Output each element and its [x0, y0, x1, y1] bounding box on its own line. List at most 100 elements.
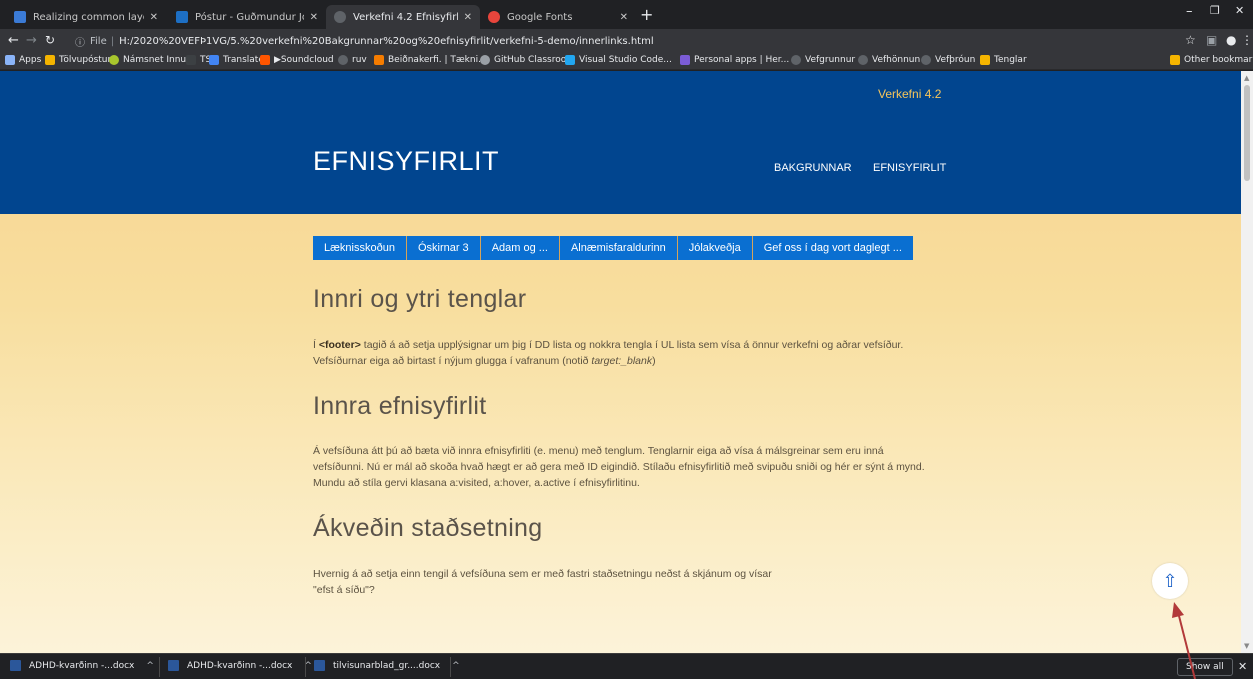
folder-icon	[980, 55, 990, 65]
url-text[interactable]: H:/2020%20VEFÞ1VG/5.%20verkefni%20Bakgru…	[119, 36, 653, 47]
bookmark-vefthroun[interactable]: Vefþróun	[921, 55, 975, 65]
tab-close-icon[interactable]: ✕	[464, 12, 472, 23]
star-icon[interactable]: ☆	[1185, 33, 1196, 47]
bookmark-vefhonnun[interactable]: Vefhönnun	[858, 55, 920, 65]
bookmark-icon	[109, 55, 119, 65]
download-filename: ADHD-kvarðinn -...docx	[29, 660, 135, 671]
menu-item-alnaemis[interactable]: Alnæmisfaraldurinn	[560, 236, 678, 260]
nav-link-efnisyfirlit[interactable]: EFNISYFIRLIT	[873, 162, 946, 174]
bookmark-label: Vefþróun	[935, 55, 976, 65]
menu-item-laeknisskodun[interactable]: Læknisskoðun	[313, 236, 407, 260]
bookmark-label: Personal apps | Her...	[694, 55, 790, 65]
bookmark-icon	[680, 55, 690, 65]
close-shelf-icon[interactable]: ✕	[1238, 660, 1247, 673]
tab-postur[interactable]: Póstur - Guðmundur Jón Guðjón ✕	[168, 5, 326, 29]
reload-icon[interactable]: ↻	[45, 33, 55, 47]
section-paragraph: Hvernig á að setja einn tengil á vefsíðu…	[313, 566, 933, 598]
tab-verkefni-4-2[interactable]: Verkefni 4.2 Efnisyfirlit og tenglar ✕	[326, 5, 480, 29]
word-doc-icon	[10, 660, 21, 671]
bookmark-personal-apps[interactable]: Personal apps | Her...	[680, 55, 789, 65]
text-run: "efst á síðu"?	[313, 584, 375, 596]
new-tab-button[interactable]: +	[640, 7, 653, 23]
section-heading: Innra efnisyfirlit	[313, 392, 487, 420]
bookmark-github-classroom[interactable]: GitHub Classroom	[480, 55, 575, 65]
bookmark-vefgrunnur[interactable]: Vefgrunnur	[791, 55, 855, 65]
nav-link-bakgrunnar[interactable]: BAKGRUNNAR	[774, 162, 852, 174]
chevron-up-icon[interactable]: ^	[146, 661, 154, 671]
bookmark-tolvupostur[interactable]: Tölvupóstur	[45, 55, 111, 65]
back-arrow-icon[interactable]: ←	[8, 33, 19, 48]
bookmark-label: Other bookmarks	[1184, 55, 1253, 65]
bookmark-beidnakerfi[interactable]: Beiðnakerfi. | Tækni...	[374, 55, 487, 65]
close-window-icon[interactable]: ✕	[1235, 4, 1244, 17]
code-attribute: target:_blank	[591, 355, 653, 367]
extension-icon[interactable]: ▣	[1206, 33, 1217, 47]
restore-icon[interactable]: ❐	[1210, 4, 1220, 17]
top-link[interactable]: Verkefni 4.2	[878, 87, 941, 101]
profile-icon[interactable]: ●	[1226, 33, 1236, 47]
scroll-up-icon[interactable]: ▲	[1244, 74, 1249, 82]
forward-arrow-icon[interactable]: →	[26, 33, 37, 48]
bookmark-apps[interactable]: Apps	[5, 55, 41, 65]
tab-close-icon[interactable]: ✕	[150, 12, 158, 23]
bookmark-label: Vefgrunnur	[805, 55, 856, 65]
bookmark-label: Visual Studio Code...	[579, 55, 672, 65]
page-header: Verkefni 4.2 EFNISYFIRLIT BAKGRUNNAR EFN…	[0, 71, 1241, 214]
divider	[305, 657, 306, 677]
section-heading: Ákveðin staðsetning	[313, 514, 543, 542]
bookmark-translate[interactable]: Translate	[209, 55, 264, 65]
bookmark-label: Apps	[19, 55, 42, 65]
menu-item-adam[interactable]: Adam og ...	[481, 236, 560, 260]
bookmark-soundcloud[interactable]: ▶Soundcloud	[260, 55, 334, 65]
main-content: Innri og ytri tenglar Í <footer> tagið á…	[313, 281, 933, 598]
download-filename: tilvisunarblad_gr....docx	[333, 660, 441, 671]
chevron-up-icon[interactable]: ^	[452, 661, 460, 671]
globe-icon	[921, 55, 931, 65]
tab-close-icon[interactable]: ✕	[310, 12, 318, 23]
menu-kebab-icon[interactable]: ⋮	[1241, 33, 1253, 47]
scrollbar-thumb[interactable]	[1244, 85, 1250, 181]
menu-item-jolakvedja[interactable]: Jólakveðja	[678, 236, 753, 260]
divider	[450, 657, 451, 677]
bookmark-label: ruv	[352, 55, 367, 65]
folder-icon	[1170, 55, 1180, 65]
divider	[159, 657, 160, 677]
info-icon[interactable]: ⓘ	[75, 34, 85, 49]
show-all-button[interactable]: Show all	[1177, 658, 1233, 676]
bookmark-label: Beiðnakerfi. | Tækni...	[388, 55, 487, 65]
tab-title: Verkefni 4.2 Efnisyfirlit og tenglar	[353, 11, 458, 23]
menu-item-gef-oss[interactable]: Gef oss í dag vort daglegt ...	[753, 236, 913, 260]
favicon-icon	[334, 11, 346, 23]
menu-item-oskirnar[interactable]: Óskirnar 3	[407, 236, 481, 260]
site-brand[interactable]: EFNISYFIRLIT	[313, 146, 499, 177]
bookmark-ruv[interactable]: ruv	[338, 55, 367, 65]
bookmark-label: GitHub Classroom	[494, 55, 576, 65]
web-page: Verkefni 4.2 EFNISYFIRLIT BAKGRUNNAR EFN…	[0, 71, 1241, 653]
inner-menu: Læknisskoðun Óskirnar 3 Adam og ... Alnæ…	[313, 236, 913, 260]
vscode-icon	[565, 55, 575, 65]
github-icon	[480, 55, 490, 65]
download-item[interactable]: ADHD-kvarðinn -...docx ^	[10, 660, 154, 671]
bookmark-other[interactable]: Other bookmarks	[1170, 55, 1253, 65]
bookmark-tenglar[interactable]: Tenglar	[980, 55, 1027, 65]
download-item[interactable]: tilvisunarblad_gr....docx ^	[314, 660, 460, 671]
bookmark-namsnet[interactable]: Námsnet Innu	[109, 55, 186, 65]
scroll-down-icon[interactable]: ▼	[1244, 642, 1249, 650]
bookmark-vscode[interactable]: Visual Studio Code...	[565, 55, 672, 65]
download-item[interactable]: ADHD-kvarðinn -...docx ^	[168, 660, 312, 671]
bookmark-label: Tölvupóstur	[59, 55, 112, 65]
back-to-top-button[interactable]: ⇧	[1152, 563, 1188, 599]
address-bar[interactable]: ⓘ File | H:/2020%20VEFÞ1VG/5.%20verkefni…	[75, 32, 654, 50]
tab-title: Google Fonts	[507, 11, 573, 23]
page-scrollbar[interactable]: ▲ ▼	[1241, 71, 1253, 653]
bookmark-label: Translate	[223, 55, 264, 65]
minimize-icon[interactable]: –	[1186, 4, 1193, 19]
tab-title: Póstur - Guðmundur Jón Guðjón	[195, 11, 304, 23]
section-paragraph: Á vefsíðuna átt þú að bæta við innra efn…	[313, 445, 925, 489]
bookmark-ts[interactable]: TS	[186, 55, 211, 65]
tab-realizing-layouts[interactable]: Realizing common layouts using ✕	[6, 5, 166, 29]
tab-close-icon[interactable]: ✕	[620, 12, 628, 23]
tab-google-fonts[interactable]: Google Fonts ✕	[480, 5, 636, 29]
download-filename: ADHD-kvarðinn -...docx	[187, 660, 293, 671]
google-fonts-icon	[488, 11, 500, 23]
